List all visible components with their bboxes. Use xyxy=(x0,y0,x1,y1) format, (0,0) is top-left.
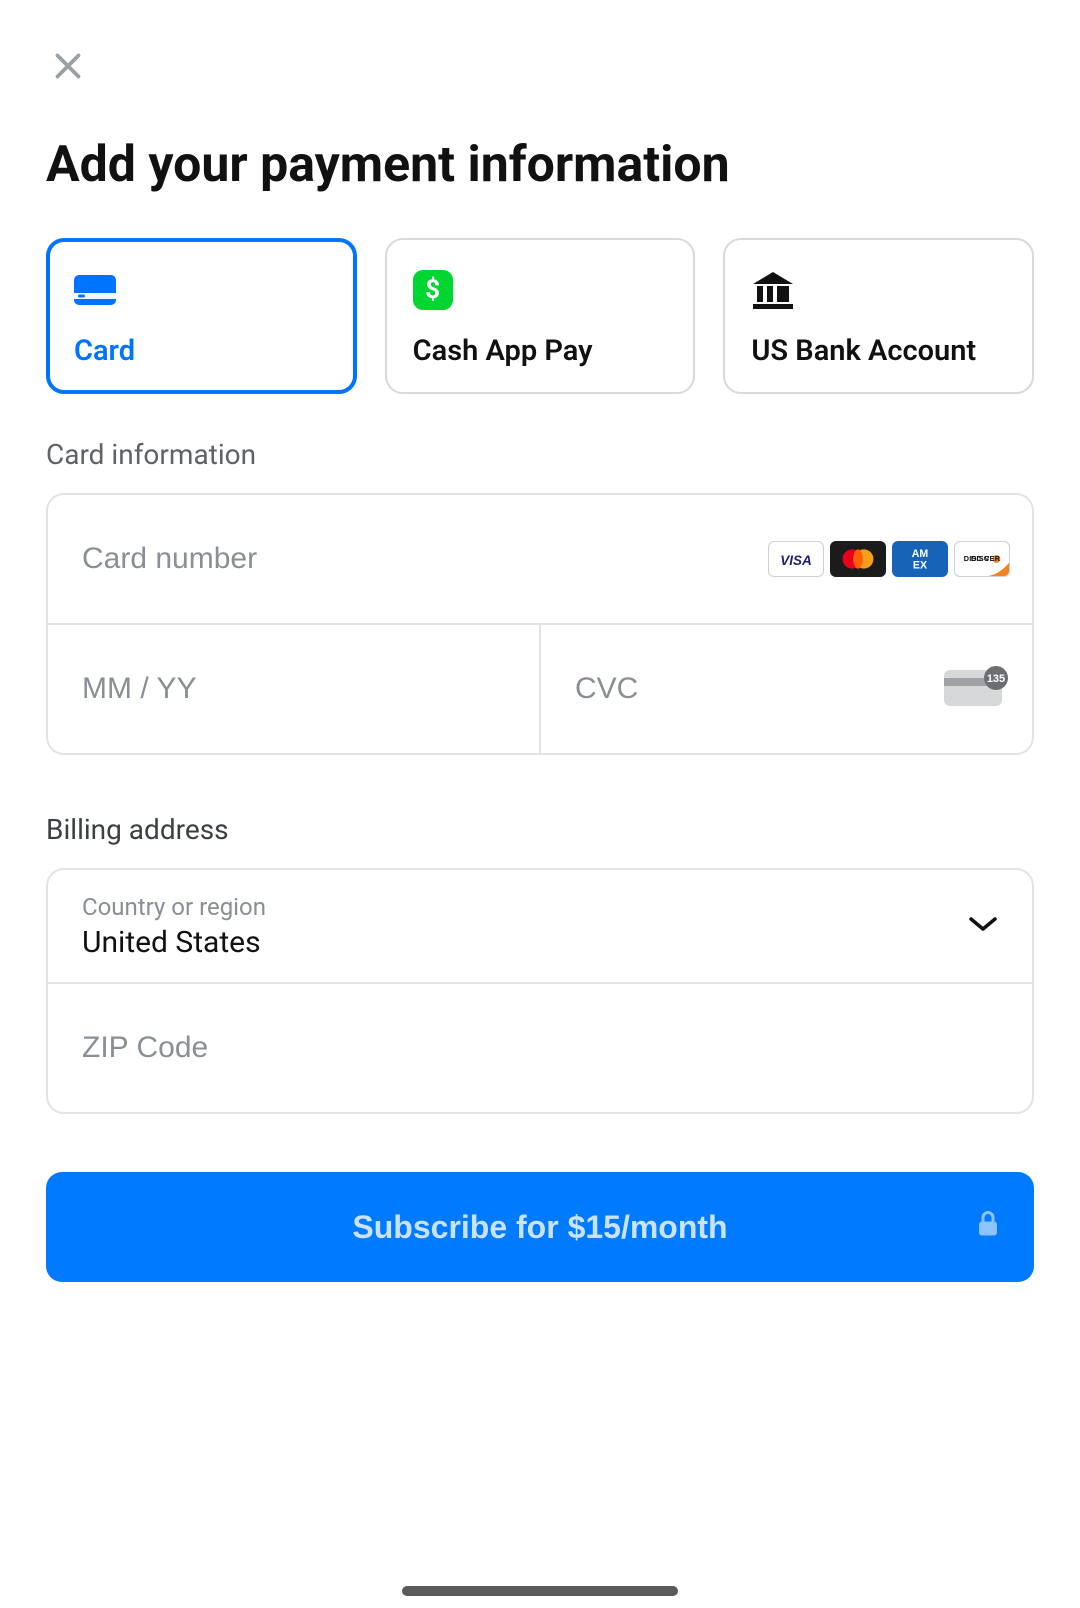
lock-icon xyxy=(976,1209,1000,1246)
mastercard-icon xyxy=(830,541,886,577)
close-button[interactable] xyxy=(46,44,90,88)
cashapp-icon: $ xyxy=(413,270,453,310)
method-card[interactable]: Card xyxy=(46,238,357,394)
card-brand-badges: VISA AMEX DISC DISC V xyxy=(768,541,1010,577)
method-card-label: Card xyxy=(74,334,329,368)
billing-fields: Country or region United States xyxy=(46,868,1034,1114)
card-info-label: Card information xyxy=(46,438,1034,471)
country-floating-label: Country or region xyxy=(82,893,998,921)
country-value: United States xyxy=(82,925,998,960)
page-title: Add your payment information xyxy=(46,136,1034,194)
expiry-input[interactable] xyxy=(82,672,505,706)
chevron-down-icon xyxy=(968,915,998,937)
cvc-cell: 135 xyxy=(539,625,1032,753)
card-fields: VISA AMEX DISC DISC V xyxy=(46,493,1034,755)
svg-text:DISC VER: DISC VER xyxy=(964,554,1001,563)
method-bank-label: US Bank Account xyxy=(751,334,1006,368)
payment-method-tabs: Card $ Cash App Pay US Bank Account xyxy=(46,238,1034,394)
card-number-cell: VISA AMEX DISC DISC V xyxy=(48,495,1032,623)
method-bank[interactable]: US Bank Account xyxy=(723,238,1034,394)
discover-icon: DISC DISC VER xyxy=(954,541,1010,577)
expiry-cell xyxy=(48,625,539,753)
subscribe-button[interactable]: Subscribe for $15/month xyxy=(46,1172,1034,1282)
subscribe-button-label: Subscribe for $15/month xyxy=(352,1209,727,1246)
svg-text:135: 135 xyxy=(987,673,1005,685)
home-indicator xyxy=(402,1586,678,1596)
method-cashapp[interactable]: $ Cash App Pay xyxy=(385,238,696,394)
zip-input[interactable] xyxy=(82,1031,998,1065)
visa-icon: VISA xyxy=(768,541,824,577)
country-select[interactable]: Country or region United States xyxy=(48,870,1032,982)
card-icon xyxy=(74,275,116,305)
close-icon xyxy=(50,48,86,84)
zip-cell xyxy=(48,984,1032,1112)
cvc-hint-icon: 135 xyxy=(944,666,1008,712)
bank-icon xyxy=(751,270,795,310)
method-cashapp-label: Cash App Pay xyxy=(413,334,668,368)
svg-text:VISA: VISA xyxy=(780,553,812,568)
billing-address-label: Billing address xyxy=(46,813,1034,846)
svg-text:AM: AM xyxy=(912,548,929,560)
cvc-input[interactable] xyxy=(575,672,998,706)
amex-icon: AMEX xyxy=(892,541,948,577)
svg-text:EX: EX xyxy=(913,560,927,572)
